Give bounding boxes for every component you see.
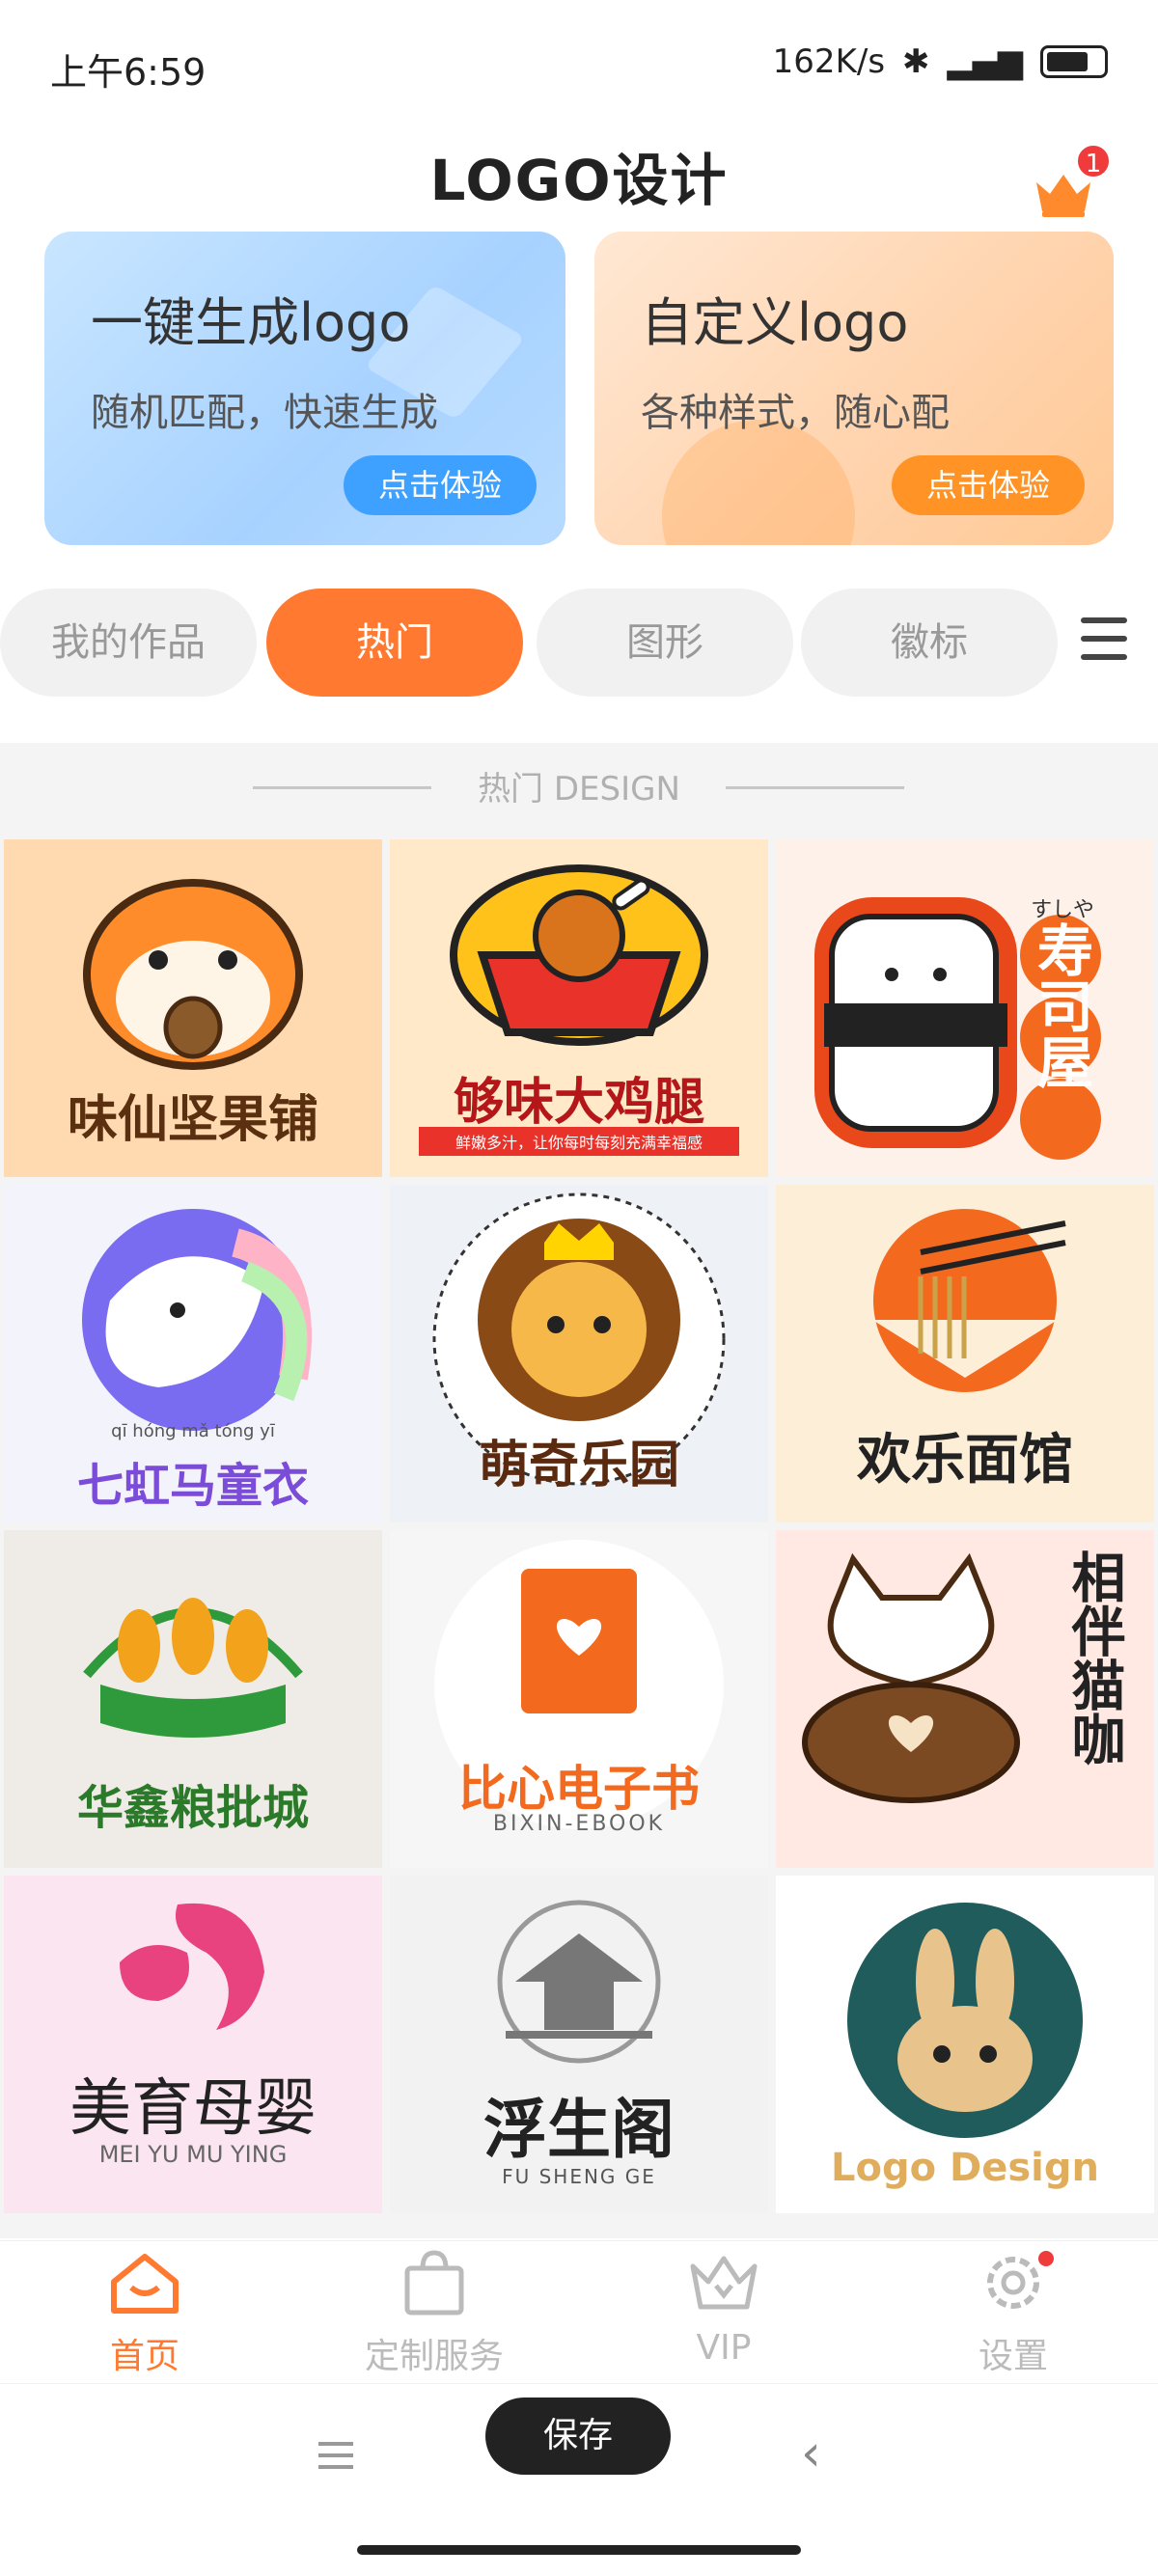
network-speed: 162K/s xyxy=(772,42,886,81)
nav-label: VIP xyxy=(696,2328,752,2368)
logo-tagline: BIXIN-EBOOK xyxy=(492,1812,666,1836)
nav-label: 定制服务 xyxy=(364,2337,504,2376)
nav-home[interactable]: 首页 xyxy=(29,2249,261,2378)
nav-settings[interactable]: 设置 xyxy=(897,2249,1129,2378)
bluetooth-icon: ✱ xyxy=(902,42,930,81)
try-button[interactable]: 点击体验 xyxy=(892,455,1085,515)
logo-name: 萌奇乐园 xyxy=(478,1437,679,1494)
category-tabs: 我的作品 热门 图形 徽标 xyxy=(0,589,1158,699)
crown-icon xyxy=(690,2256,758,2310)
logo-card[interactable]: 比心电子书 BIXIN-EBOOK xyxy=(390,1530,768,1868)
tab-emblem[interactable]: 徽标 xyxy=(801,589,1058,697)
divider xyxy=(726,786,904,789)
nav-label: 首页 xyxy=(109,2337,179,2376)
logo-name: 寿司屋 xyxy=(1028,921,1093,1089)
logo-card[interactable]: 美育母婴 MEI YU MU YING xyxy=(4,1876,382,2213)
status-time: 上午6:59 xyxy=(50,51,207,94)
notification-dot xyxy=(1038,2251,1054,2266)
shopping-bag-icon xyxy=(404,2250,464,2316)
menu-icon[interactable] xyxy=(1081,617,1127,668)
logo-name: 相伴猫咖 xyxy=(1062,1549,1125,1766)
logo-name: 浮生阁 xyxy=(483,2093,675,2167)
banner-subtitle: 随机匹配，快速生成 xyxy=(91,391,438,435)
status-icons: 162K/s ✱ ▂▄▆ xyxy=(773,42,1108,81)
home-icon xyxy=(111,2254,179,2314)
banner-custom-logo[interactable]: 自定义logo 各种样式，随心配 点击体验 xyxy=(594,232,1114,545)
try-button[interactable]: 点击体验 xyxy=(344,455,537,515)
bottom-navigation: 首页 定制服务 VIP 设置 xyxy=(0,2240,1158,2380)
save-button[interactable]: 保存 xyxy=(485,2398,671,2475)
hot-design-section: 热门 DESIGN 味仙坚果铺 够味大鸡腿 鲜嫩多汁，让你每时每刻充满幸福感 す… xyxy=(0,743,1158,2238)
tab-graphics[interactable]: 图形 xyxy=(537,589,793,697)
logo-tagline: 鲜嫩多汁，让你每时每刻充满幸福感 xyxy=(419,1127,739,1156)
nav-label: 设置 xyxy=(978,2337,1048,2376)
nav-custom-service[interactable]: 定制服务 xyxy=(318,2249,550,2378)
nav-vip[interactable]: VIP xyxy=(608,2249,840,2368)
system-bar: 保存 ‹ xyxy=(0,2383,1158,2508)
system-menu-icon[interactable] xyxy=(318,2442,353,2477)
logo-name: 味仙坚果铺 xyxy=(67,1091,318,1149)
logo-card[interactable]: 够味大鸡腿 鲜嫩多汁，让你每时每刻充满幸福感 xyxy=(390,839,768,1177)
logo-name: Logo Design xyxy=(831,2146,1099,2190)
logo-tagline: MEI YU MU YING xyxy=(98,2141,288,2168)
logo-name: 欢乐面馆 xyxy=(857,1429,1073,1492)
section-heading: 热门 DESIGN xyxy=(478,770,680,808)
logo-name: 七虹马童衣 xyxy=(76,1459,309,1513)
home-indicator[interactable] xyxy=(357,2545,801,2555)
tab-hot[interactable]: 热门 xyxy=(266,589,523,697)
sun-decoration xyxy=(662,420,855,545)
logo-tagline: qī hóng mǎ tóng yī xyxy=(111,1421,275,1441)
logo-card[interactable]: Logo Design xyxy=(776,1876,1154,2213)
logo-name: 华鑫粮批城 xyxy=(76,1781,309,1835)
back-icon[interactable]: ‹ xyxy=(801,2425,821,2482)
page-title: LOGO设计 xyxy=(429,148,729,213)
signal-icon: ▂▄▆ xyxy=(947,42,1023,81)
logo-name: 比心电子书 xyxy=(458,1761,700,1817)
logo-name: 够味大鸡腿 xyxy=(453,1074,704,1132)
battery-icon xyxy=(1040,45,1108,78)
banner-subtitle: 各种样式，随心配 xyxy=(641,391,950,435)
logo-name: 美育母婴 xyxy=(69,2073,317,2145)
logo-card[interactable]: 味仙坚果铺 xyxy=(4,839,382,1177)
logo-card[interactable]: qī hóng mǎ tóng yī 七虹马童衣 xyxy=(4,1185,382,1522)
logo-card[interactable]: 萌奇乐园 xyxy=(390,1185,768,1522)
banner-one-click-logo[interactable]: 一键生成logo 随机匹配，快速生成 点击体验 xyxy=(44,232,565,545)
logo-card[interactable]: すしや 寿司屋 xyxy=(776,839,1154,1177)
logo-card[interactable]: 浮生阁 FU SHENG GE xyxy=(390,1876,768,2213)
logo-card[interactable]: 华鑫粮批城 xyxy=(4,1530,382,1868)
tab-my-works[interactable]: 我的作品 xyxy=(0,589,257,697)
logo-tagline: すしや xyxy=(1031,898,1094,922)
logo-card[interactable]: 欢乐面馆 xyxy=(776,1185,1154,1522)
banner-title: 自定义logo xyxy=(641,292,909,353)
banner-title: 一键生成logo xyxy=(91,292,411,353)
logo-tagline: FU SHENG GE xyxy=(502,2165,656,2188)
logo-card[interactable]: 相伴猫咖 xyxy=(776,1530,1154,1868)
vip-badge: 1 xyxy=(1075,143,1112,179)
status-bar: 上午6:59 162K/s ✱ ▂▄▆ xyxy=(0,0,1158,125)
